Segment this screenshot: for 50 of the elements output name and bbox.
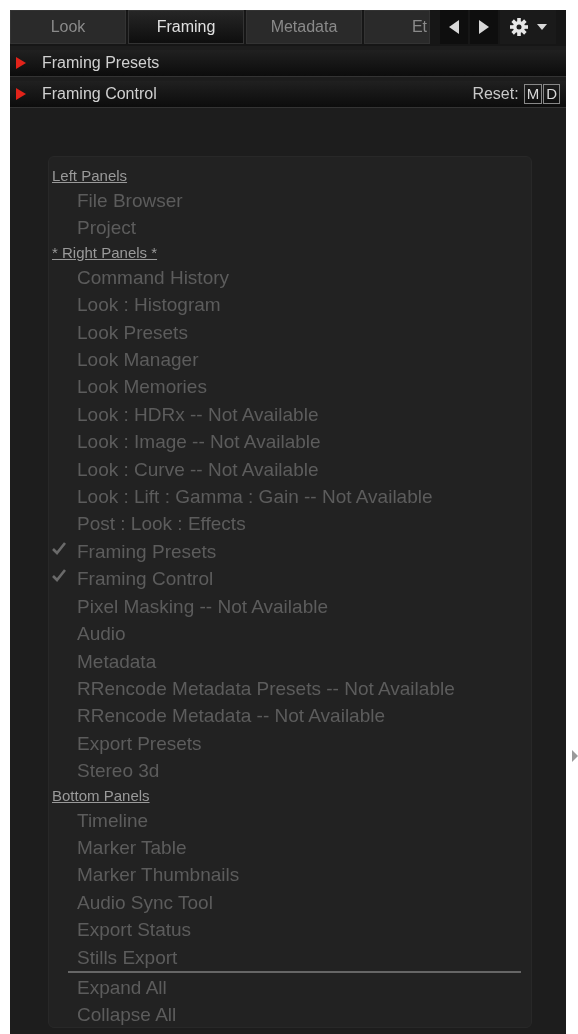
menu-item[interactable]: Export Presets — [52, 729, 521, 758]
menu-item[interactable]: Command History — [52, 263, 521, 292]
menu-item[interactable]: Look : Histogram — [52, 291, 521, 319]
tab[interactable]: Metadata — [246, 10, 362, 44]
right-triangle-icon[interactable] — [479, 20, 489, 34]
section-title: Framing Control — [42, 85, 158, 103]
menu-item[interactable]: RRencode Metadata -- Not Available — [52, 702, 521, 730]
menu-item[interactable]: Look Manager — [52, 346, 521, 374]
menu-item[interactable]: Look : Lift : Gamma : Gain -- Not Available — [52, 483, 521, 511]
menu-item[interactable]: Export Status — [52, 916, 521, 944]
menu-item[interactable]: Look : Curve -- Not Available — [52, 455, 521, 484]
menu-item[interactable]: Framing Control — [52, 565, 521, 593]
menu-item[interactable]: Look : Image -- Not Available — [52, 428, 521, 456]
tab[interactable]: Framing — [128, 10, 244, 44]
menu-item[interactable]: Audio — [52, 620, 521, 648]
expand-arrow-icon[interactable] — [572, 750, 578, 762]
menu-item[interactable]: Stereo 3d — [52, 757, 521, 785]
group-heading: Bottom Panels — [52, 785, 150, 806]
menu-item[interactable]: Project — [52, 214, 521, 242]
tab[interactable]: Et — [364, 10, 430, 44]
group-heading: * Right Panels * — [52, 242, 158, 263]
menu-item[interactable]: Framing Presets — [52, 537, 521, 566]
menu-item[interactable]: Marker Thumbnails — [52, 861, 521, 889]
next-tab-button[interactable] — [470, 10, 498, 44]
menu-item[interactable]: Marker Table — [52, 833, 521, 862]
caret-icon[interactable] — [537, 24, 547, 30]
settings-icon[interactable] — [509, 17, 529, 37]
section-title: Framing Presets — [42, 54, 161, 72]
previous-tab-button[interactable] — [440, 10, 468, 44]
tab[interactable]: Look — [10, 10, 126, 44]
settings-button[interactable] — [500, 10, 556, 44]
menu-item[interactable]: Stills Export — [52, 943, 521, 971]
menu-item[interactable]: Collapse All — [52, 1001, 521, 1029]
group-heading: Left Panels — [52, 166, 128, 186]
menu-item[interactable]: Pixel Masking -- Not Available — [52, 592, 521, 621]
menu-item[interactable]: Look : HDRx -- Not Available — [52, 400, 521, 429]
menu-item[interactable]: Expand All — [52, 973, 521, 1002]
menu-item[interactable]: Look Presets — [52, 318, 521, 347]
reset-button[interactable]: D — [543, 84, 560, 104]
reset-button[interactable]: M — [523, 84, 543, 104]
menu-item[interactable]: Timeline — [52, 806, 521, 834]
menu-item[interactable]: File Browser — [52, 187, 521, 215]
menu-item[interactable]: Metadata — [52, 647, 521, 675]
reset-label: Reset: — [472, 85, 519, 103]
menu-item[interactable]: Look Memories — [52, 373, 521, 401]
menu-item[interactable]: RRencode Metadata Presets -- Not Available — [52, 674, 521, 703]
menu-item[interactable]: Post : Look : Effects — [52, 510, 521, 538]
section-header[interactable]: Framing Control Reset: M D — [10, 81, 566, 108]
menu-item[interactable]: Audio Sync Tool — [52, 888, 521, 917]
left-triangle-icon[interactable] — [449, 20, 459, 34]
